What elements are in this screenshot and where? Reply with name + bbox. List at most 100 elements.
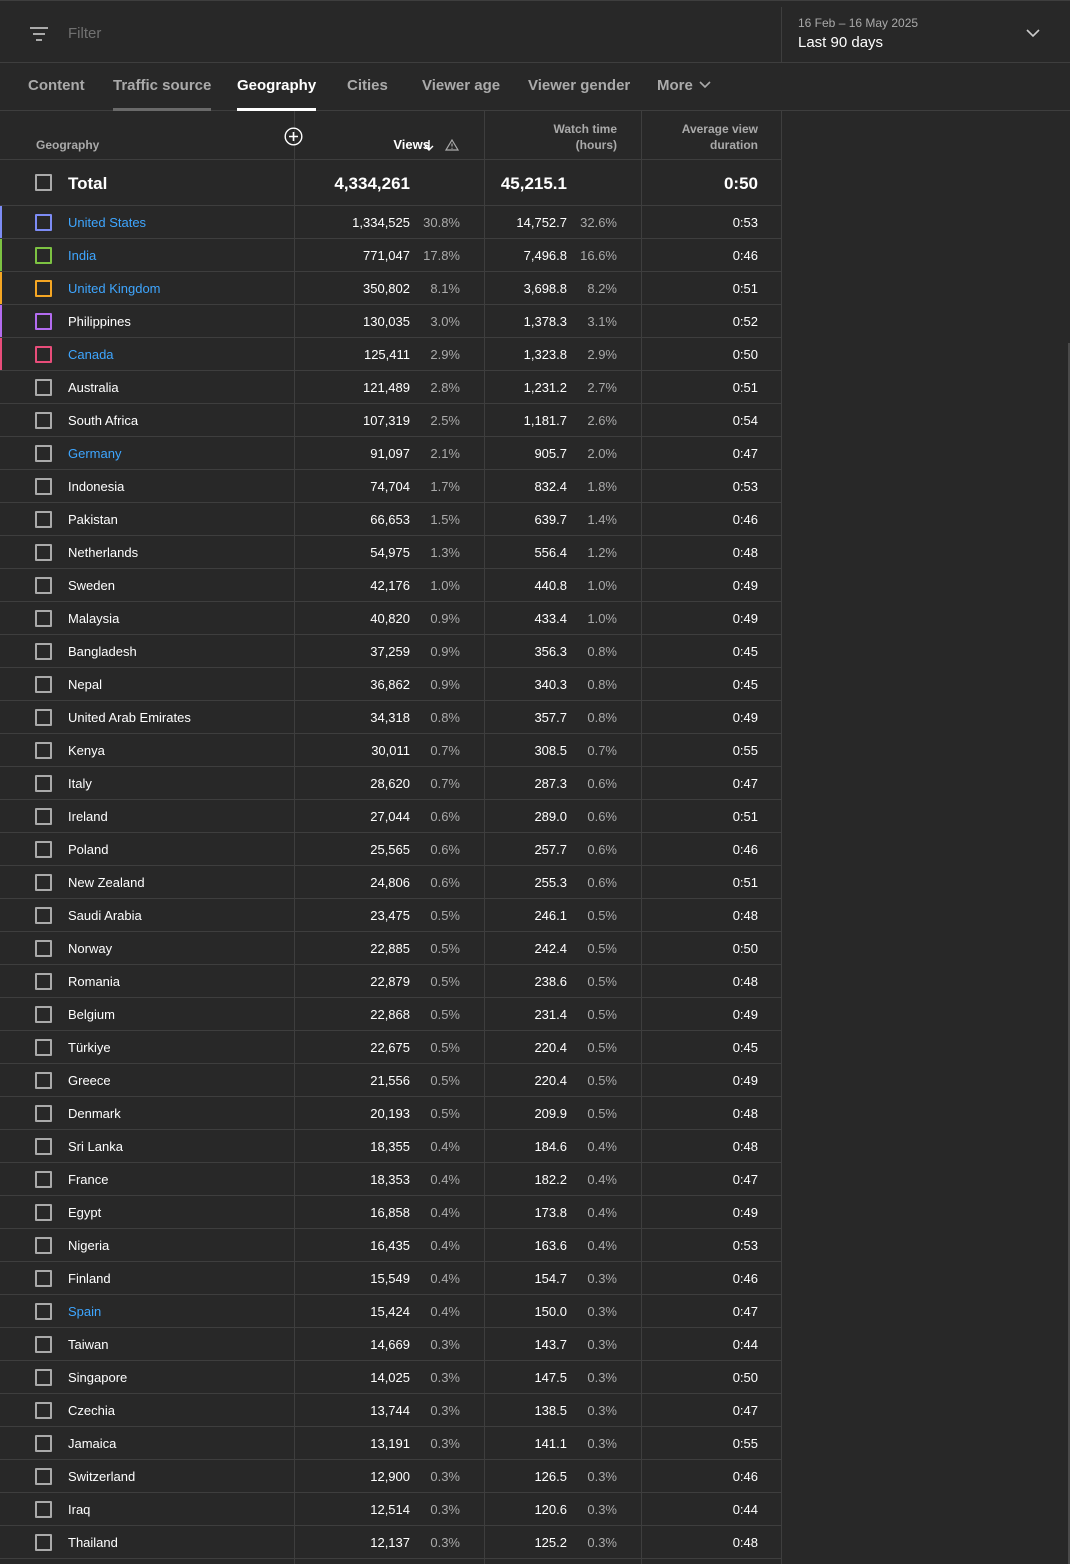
table-row[interactable]: South Africa 107,319 2.5% 1,181.7 2.6% 0:54: [0, 404, 782, 437]
checkbox[interactable]: [35, 742, 52, 759]
table-row[interactable]: Türkiye 22,675 0.5% 220.4 0.5% 0:45: [0, 1031, 782, 1064]
checkbox[interactable]: [35, 1105, 52, 1122]
table-row[interactable]: Iraq 12,514 0.3% 120.6 0.3% 0:44: [0, 1493, 782, 1526]
checkbox[interactable]: [35, 1468, 52, 1485]
country-name[interactable]: Canada: [68, 347, 114, 362]
filter-input[interactable]: Filter: [68, 25, 101, 42]
checkbox[interactable]: [35, 841, 52, 858]
table-row[interactable]: Ireland 27,044 0.6% 289.0 0.6% 0:51: [0, 800, 782, 833]
checkbox[interactable]: [35, 577, 52, 594]
tab-content[interactable]: Content: [28, 77, 85, 111]
table-row[interactable]: Australia 121,489 2.8% 1,231.2 2.7% 0:51: [0, 371, 782, 404]
checkbox[interactable]: [35, 1303, 52, 1320]
checkbox[interactable]: [35, 544, 52, 561]
tab-cities[interactable]: Cities: [347, 77, 388, 111]
checkbox[interactable]: [35, 280, 52, 297]
checkbox[interactable]: [35, 247, 52, 264]
table-row[interactable]: Poland 25,565 0.6% 257.7 0.6% 0:46: [0, 833, 782, 866]
checkbox[interactable]: [35, 1171, 52, 1188]
country-name[interactable]: United States: [68, 215, 146, 230]
table-row[interactable]: Denmark 20,193 0.5% 209.9 0.5% 0:48: [0, 1097, 782, 1130]
table-row[interactable]: United Kingdom 350,802 8.1% 3,698.8 8.2% 0:51: [0, 272, 782, 305]
checkbox[interactable]: [35, 1138, 52, 1155]
table-row[interactable]: Czechia 13,744 0.3% 138.5 0.3% 0:47: [0, 1394, 782, 1427]
checkbox[interactable]: [35, 346, 52, 363]
country-name[interactable]: Germany: [68, 446, 121, 461]
column-header-average-view-duration[interactable]: Average view duration: [682, 121, 758, 153]
sort-down-icon[interactable]: [423, 139, 435, 152]
table-row[interactable]: Saudi Arabia 23,475 0.5% 246.1 0.5% 0:48: [0, 899, 782, 932]
checkbox[interactable]: [35, 940, 52, 957]
table-row[interactable]: Malaysia 40,820 0.9% 433.4 1.0% 0:49: [0, 602, 782, 635]
table-row[interactable]: Sweden 42,176 1.0% 440.8 1.0% 0:49: [0, 569, 782, 602]
checkbox[interactable]: [35, 1072, 52, 1089]
table-row[interactable]: Netherlands 54,975 1.3% 556.4 1.2% 0:48: [0, 536, 782, 569]
checkbox[interactable]: [35, 1336, 52, 1353]
country-name[interactable]: United Kingdom: [68, 281, 161, 296]
table-row[interactable]: Spain 15,424 0.4% 150.0 0.3% 0:47: [0, 1295, 782, 1328]
checkbox[interactable]: [35, 1006, 52, 1023]
checkbox[interactable]: [35, 174, 52, 191]
checkbox[interactable]: [35, 907, 52, 924]
table-row[interactable]: Thailand 12,137 0.3% 125.2 0.3% 0:48: [0, 1526, 782, 1559]
table-row[interactable]: Germany 91,097 2.1% 905.7 2.0% 0:47: [0, 437, 782, 470]
tab-viewer-age[interactable]: Viewer age: [422, 77, 500, 111]
tab-more[interactable]: More: [657, 77, 711, 111]
table-row[interactable]: Kenya 30,011 0.7% 308.5 0.7% 0:55: [0, 734, 782, 767]
checkbox[interactable]: [35, 511, 52, 528]
checkbox[interactable]: [35, 1402, 52, 1419]
table-row[interactable]: Romania 22,879 0.5% 238.6 0.5% 0:48: [0, 965, 782, 998]
table-row[interactable]: Switzerland 12,900 0.3% 126.5 0.3% 0:46: [0, 1460, 782, 1493]
checkbox[interactable]: [35, 709, 52, 726]
table-row[interactable]: Indonesia 74,704 1.7% 832.4 1.8% 0:53: [0, 470, 782, 503]
checkbox[interactable]: [35, 1237, 52, 1254]
table-row[interactable]: France 18,353 0.4% 182.2 0.4% 0:47: [0, 1163, 782, 1196]
checkbox[interactable]: [35, 1369, 52, 1386]
table-row[interactable]: Norway 22,885 0.5% 242.4 0.5% 0:50: [0, 932, 782, 965]
checkbox[interactable]: [35, 478, 52, 495]
table-row[interactable]: Belgium 22,868 0.5% 231.4 0.5% 0:49: [0, 998, 782, 1031]
checkbox[interactable]: [35, 1204, 52, 1221]
checkbox[interactable]: [35, 808, 52, 825]
checkbox[interactable]: [35, 676, 52, 693]
tab-traffic-source[interactable]: Traffic source: [113, 77, 212, 111]
table-row[interactable]: Singapore 14,025 0.3% 147.5 0.3% 0:50: [0, 1361, 782, 1394]
date-range-selector[interactable]: 16 Feb – 16 May 2025 Last 90 days: [781, 7, 1070, 63]
table-row[interactable]: Taiwan 14,669 0.3% 143.7 0.3% 0:44: [0, 1328, 782, 1361]
checkbox[interactable]: [35, 445, 52, 462]
checkbox[interactable]: [35, 775, 52, 792]
checkbox[interactable]: [35, 1501, 52, 1518]
column-header-geography[interactable]: Geography: [36, 137, 99, 153]
tab-geography[interactable]: Geography: [237, 77, 317, 111]
checkbox[interactable]: [35, 643, 52, 660]
checkbox[interactable]: [35, 379, 52, 396]
checkbox[interactable]: [35, 973, 52, 990]
filter-icon[interactable]: [30, 26, 50, 44]
table-row[interactable]: New Zealand 24,806 0.6% 255.3 0.6% 0:51: [0, 866, 782, 899]
table-row[interactable]: India 771,047 17.8% 7,496.8 16.6% 0:46: [0, 239, 782, 272]
table-row[interactable]: Nigeria 16,435 0.4% 163.6 0.4% 0:53: [0, 1229, 782, 1262]
warning-icon[interactable]: [445, 139, 459, 151]
checkbox[interactable]: [35, 313, 52, 330]
tab-viewer-gender[interactable]: Viewer gender: [528, 77, 630, 111]
add-column-icon[interactable]: [284, 127, 303, 146]
checkbox[interactable]: [35, 1039, 52, 1056]
table-row[interactable]: Philippines 130,035 3.0% 1,378.3 3.1% 0:52: [0, 305, 782, 338]
checkbox[interactable]: [35, 1270, 52, 1287]
table-row[interactable]: Nepal 36,862 0.9% 340.3 0.8% 0:45: [0, 668, 782, 701]
table-row[interactable]: Bangladesh 37,259 0.9% 356.3 0.8% 0:45: [0, 635, 782, 668]
country-name[interactable]: India: [68, 248, 96, 263]
checkbox[interactable]: [35, 1435, 52, 1452]
table-row[interactable]: Italy 28,620 0.7% 287.3 0.6% 0:47: [0, 767, 782, 800]
checkbox[interactable]: [35, 412, 52, 429]
table-row[interactable]: Finland 15,549 0.4% 154.7 0.3% 0:46: [0, 1262, 782, 1295]
table-row[interactable]: Sri Lanka 18,355 0.4% 184.6 0.4% 0:48: [0, 1130, 782, 1163]
checkbox[interactable]: [35, 1534, 52, 1551]
checkbox[interactable]: [35, 874, 52, 891]
table-row[interactable]: United States 1,334,525 30.8% 14,752.7 32.6%…: [0, 206, 782, 239]
country-name[interactable]: Spain: [68, 1304, 101, 1319]
table-row[interactable]: Egypt 16,858 0.4% 173.8 0.4% 0:49: [0, 1196, 782, 1229]
column-header-watch-time[interactable]: Watch time (hours): [553, 121, 617, 153]
table-row[interactable]: Greece 21,556 0.5% 220.4 0.5% 0:49: [0, 1064, 782, 1097]
table-row[interactable]: Jamaica 13,191 0.3% 141.1 0.3% 0:55: [0, 1427, 782, 1460]
